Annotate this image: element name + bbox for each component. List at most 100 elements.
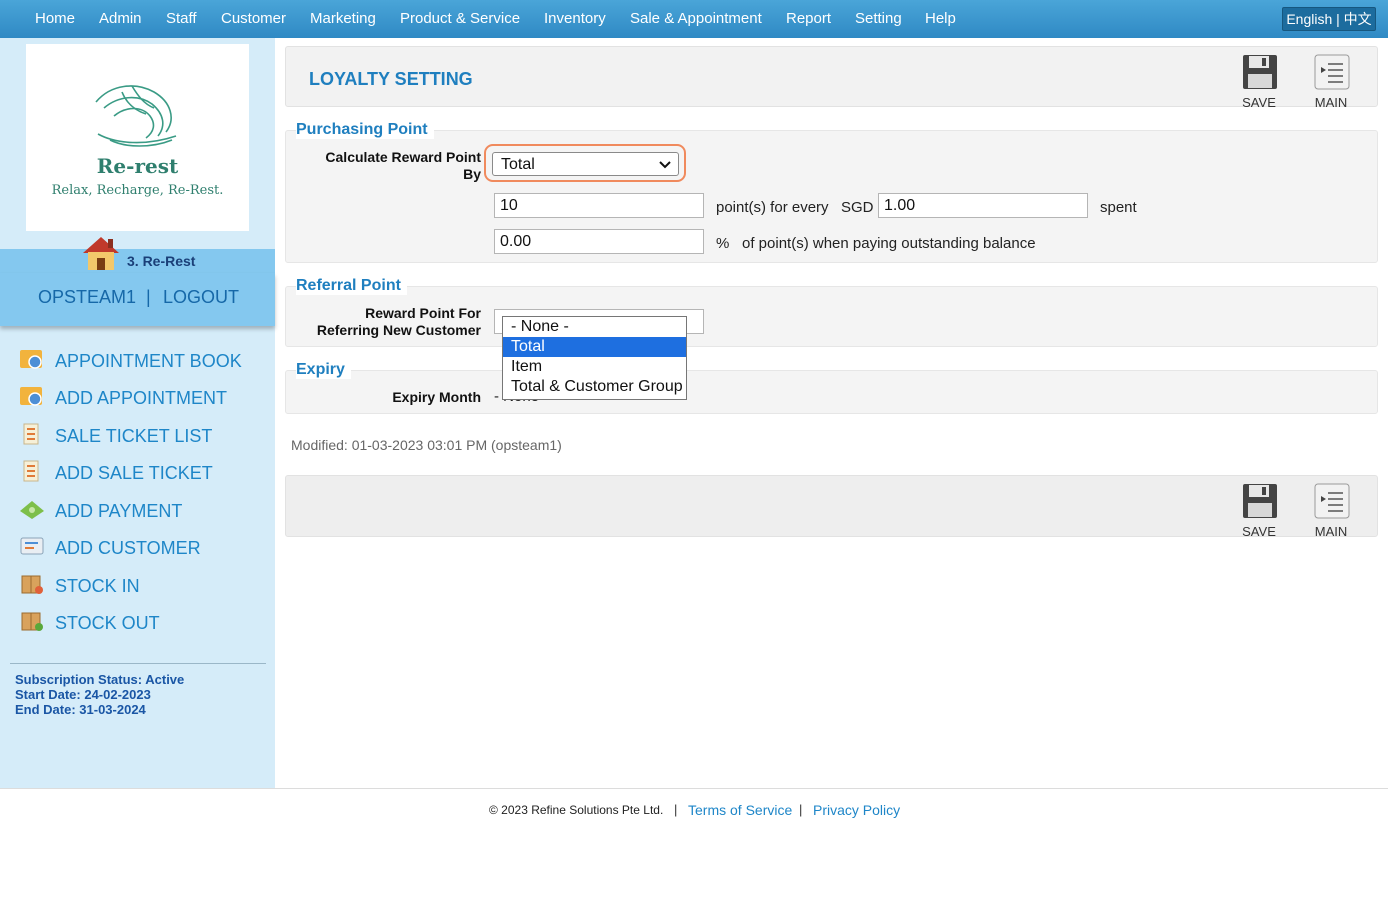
house-icon <box>83 237 119 270</box>
floppy-disk-icon <box>1243 484 1277 518</box>
nav-marketing[interactable]: Marketing <box>310 10 376 27</box>
add-sale-ticket-icon <box>23 460 39 482</box>
purchasing-point-title: Purchasing Point <box>296 121 434 139</box>
payment-icon <box>20 501 44 519</box>
copyright: © 2023 Refine Solutions Pte Ltd. <box>489 803 664 817</box>
option-total[interactable]: Total <box>503 337 686 357</box>
option-none[interactable]: - None - <box>503 317 686 337</box>
main-button-bottom[interactable]: MAIN <box>1306 483 1356 541</box>
sale-ticket-list-icon <box>23 423 39 445</box>
lang-english[interactable]: English <box>1286 11 1332 27</box>
bottom-toolbar: SAVE MAIN <box>285 475 1378 539</box>
percent-sign: % <box>716 235 730 252</box>
menu-sale-ticket-list[interactable]: SALE TICKET LIST <box>18 418 268 448</box>
select-value: Total <box>501 156 535 173</box>
terms-of-service-link[interactable]: Terms of Service <box>688 802 792 818</box>
menu-stock-out[interactable]: STOCK OUT <box>18 605 268 635</box>
chevron-down-icon <box>659 161 671 169</box>
calculate-reward-label: Calculate Reward Point By <box>295 149 481 183</box>
stock-out-icon <box>21 612 43 631</box>
points-for-every-text: point(s) for every <box>716 199 829 216</box>
nav-inventory[interactable]: Inventory <box>544 10 606 27</box>
menu-appointment-book[interactable]: APPOINTMENT BOOK <box>18 343 268 373</box>
save-label: SAVE <box>1242 524 1276 539</box>
user-separator: | <box>146 287 151 307</box>
menu-add-payment[interactable]: ADD PAYMENT <box>18 493 268 523</box>
main-label: MAIN <box>1314 524 1348 539</box>
sidebar: Re-rest Relax, Recharge, Re-Rest. 3. Re-… <box>0 38 275 788</box>
reward-options-dropdown: - None - Total Item Total & Customer Gro… <box>502 316 687 400</box>
page-footer: © 2023 Refine Solutions Pte Ltd. | Terms… <box>0 788 1388 902</box>
referral-label-line1: Reward Point For <box>365 305 481 321</box>
nav-report[interactable]: Report <box>786 10 831 27</box>
referral-point-title: Referral Point <box>296 277 407 295</box>
branch-bar: 3. Re-Rest <box>0 249 275 273</box>
currency-label: SGD <box>841 199 874 216</box>
nav-sale-appointment[interactable]: Sale & Appointment <box>630 10 762 27</box>
logo-tagline: Relax, Recharge, Re-Rest. <box>51 183 224 198</box>
lotus-logo-icon <box>95 85 177 147</box>
save-button-bottom[interactable]: SAVE <box>1234 483 1284 541</box>
menu-label: ADD PAYMENT <box>55 501 183 521</box>
save-button[interactable]: SAVE <box>1234 54 1284 112</box>
menu-add-sale-ticket[interactable]: ADD SALE TICKET <box>18 455 268 485</box>
floppy-disk-icon <box>1243 55 1277 89</box>
nav-home[interactable]: Home <box>35 10 75 27</box>
nav-help[interactable]: Help <box>925 10 956 27</box>
subscription-status: Subscription Status: Active <box>15 672 185 687</box>
logout-link[interactable]: LOGOUT <box>163 287 239 308</box>
footer-separator: | <box>799 802 803 817</box>
option-item[interactable]: Item <box>503 357 686 377</box>
nav-staff[interactable]: Staff <box>166 10 197 27</box>
privacy-policy-link[interactable]: Privacy Policy <box>813 802 900 818</box>
spent-text: spent <box>1100 199 1137 216</box>
nav-admin[interactable]: Admin <box>99 10 142 27</box>
option-total-customer-group[interactable]: Total & Customer Group <box>503 377 686 399</box>
referral-label-line2: Referring New Customer <box>316 322 481 338</box>
username-link[interactable]: OPSTEAM1 <box>38 287 136 308</box>
footer-separator: | <box>674 802 678 817</box>
add-customer-icon <box>20 537 44 555</box>
menu-label: APPOINTMENT BOOK <box>55 351 242 371</box>
menu-add-customer[interactable]: ADD CUSTOMER <box>18 530 268 560</box>
menu-label: STOCK OUT <box>55 613 160 633</box>
logo-title: Re-rest <box>96 154 179 178</box>
page-header: LOYALTY SETTING SAVE MAIN <box>285 46 1378 110</box>
main-content: LOYALTY SETTING SAVE MAIN Purchasing Poi… <box>275 38 1388 788</box>
calculate-reward-select-focus: Total <box>484 144 686 182</box>
calc-label-line2: By <box>463 166 481 182</box>
subscription-start-date: Start Date: 24-02-2023 <box>15 687 151 702</box>
menu-label: ADD APPOINTMENT <box>55 388 228 408</box>
appointment-book-icon <box>20 350 42 369</box>
language-switcher: English | 中文 <box>1282 7 1376 31</box>
menu-label: ADD CUSTOMER <box>55 538 201 558</box>
menu-stock-in[interactable]: STOCK IN <box>18 568 268 598</box>
save-label: SAVE <box>1242 95 1276 110</box>
modified-info: Modified: 01-03-2023 03:01 PM (opsteam1) <box>291 437 562 453</box>
main-button[interactable]: MAIN <box>1306 54 1356 112</box>
points-input[interactable] <box>494 193 704 218</box>
add-appointment-icon <box>20 387 42 406</box>
subscription-end-date: End Date: 31-03-2024 <box>15 702 146 717</box>
lang-chinese[interactable]: 中文 <box>1344 11 1372 27</box>
calc-label-line1: Calculate Reward Point <box>325 149 481 165</box>
nav-setting[interactable]: Setting <box>855 10 902 27</box>
menu-add-appointment[interactable]: ADD APPOINTMENT <box>18 380 268 410</box>
nav-customer[interactable]: Customer <box>221 10 286 27</box>
page-title: LOYALTY SETTING <box>309 69 473 89</box>
calculate-reward-select[interactable]: Total <box>492 152 679 176</box>
spend-amount-input[interactable] <box>878 193 1088 218</box>
referral-reward-label: Reward Point For Referring New Customer <box>295 305 481 339</box>
expiry-month-label: Expiry Month <box>392 389 481 405</box>
list-menu-icon <box>1314 54 1350 90</box>
nav-product-service[interactable]: Product & Service <box>400 10 520 27</box>
menu-label: SALE TICKET LIST <box>55 426 213 446</box>
sidebar-divider <box>10 663 266 664</box>
user-bar: OPSTEAM1 | LOGOUT <box>0 273 275 326</box>
menu-label: ADD SALE TICKET <box>55 463 213 483</box>
outstanding-percent-input[interactable] <box>494 229 704 254</box>
expiry-title: Expiry <box>296 361 351 379</box>
outstanding-text: of point(s) when paying outstanding bala… <box>742 235 1036 252</box>
stock-in-icon <box>21 575 43 594</box>
top-navigation: Home Admin Staff Customer Marketing Prod… <box>0 0 1388 38</box>
